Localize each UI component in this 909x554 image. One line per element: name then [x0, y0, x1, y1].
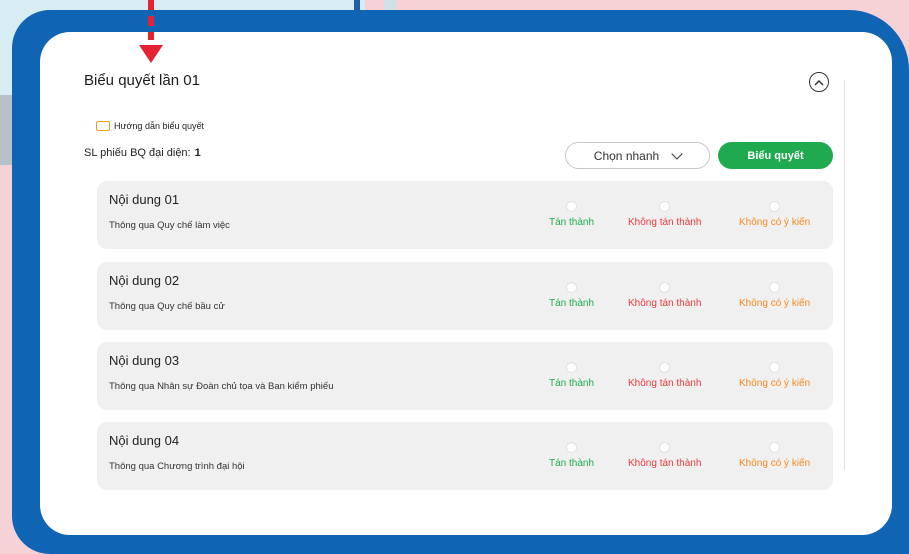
option-no-opinion[interactable]: Không có ý kiến	[739, 442, 810, 469]
collapse-button[interactable]	[809, 72, 829, 92]
option-disagree[interactable]: Không tán thành	[628, 201, 701, 228]
item-description: Thông qua Quy chế làm việc	[109, 220, 230, 231]
arrow-down-icon	[139, 45, 163, 63]
radio-agree[interactable]	[566, 201, 578, 212]
vote-title: Biểu quyết lần 01	[84, 72, 200, 89]
option-agree[interactable]: Tán thành	[549, 201, 594, 228]
option-disagree[interactable]: Không tán thành	[628, 282, 701, 309]
option-agree-label: Tán thành	[549, 458, 595, 469]
radio-no-opinion[interactable]	[769, 442, 781, 453]
option-disagree-label: Không tán thành	[628, 217, 702, 228]
option-disagree[interactable]: Không tán thành	[628, 442, 701, 469]
chevron-down-icon	[671, 147, 683, 160]
vote-item: Nội dung 04 Thông qua Chương trình đại h…	[97, 422, 833, 490]
radio-agree[interactable]	[566, 282, 578, 293]
item-title: Nội dung 02	[109, 273, 180, 288]
option-agree-label: Tán thành	[549, 378, 595, 389]
submit-vote-button[interactable]: Biểu quyết	[718, 142, 833, 169]
vote-item: Nội dung 02 Thông qua Quy chế bầu cử Tán…	[97, 262, 833, 330]
radio-no-opinion[interactable]	[769, 201, 781, 212]
radio-disagree[interactable]	[659, 362, 671, 373]
option-no-opinion-label: Không có ý kiến	[739, 217, 811, 228]
radio-disagree[interactable]	[659, 201, 671, 212]
guide-link[interactable]: Hướng dẫn biểu quyết	[96, 121, 204, 131]
chevron-up-icon	[814, 79, 824, 86]
option-disagree-label: Không tán thành	[628, 458, 702, 469]
option-agree[interactable]: Tán thành	[549, 362, 594, 389]
option-no-opinion-label: Không có ý kiến	[739, 458, 811, 469]
option-no-opinion-label: Không có ý kiến	[739, 378, 811, 389]
vote-count-label: SL phiếu BQ đại diện:	[84, 147, 191, 159]
item-title: Nội dung 04	[109, 433, 180, 448]
radio-agree[interactable]	[566, 442, 578, 453]
item-description: Thông qua Chương trình đại hội	[109, 461, 245, 472]
document-icon	[96, 121, 110, 131]
vote-count: SL phiếu BQ đại diện: 1	[84, 147, 201, 159]
scrollbar-track[interactable]	[844, 80, 845, 470]
radio-no-opinion[interactable]	[769, 362, 781, 373]
option-agree[interactable]: Tán thành	[549, 442, 594, 469]
item-title: Nội dung 03	[109, 353, 180, 368]
radio-disagree[interactable]	[659, 442, 671, 453]
item-description: Thông qua Nhân sự Đoàn chủ tọa và Ban ki…	[109, 381, 334, 392]
radio-no-opinion[interactable]	[769, 282, 781, 293]
annotation-arrow-line	[148, 0, 154, 40]
option-no-opinion[interactable]: Không có ý kiến	[739, 201, 810, 228]
option-agree-label: Tán thành	[549, 298, 595, 309]
option-no-opinion-label: Không có ý kiến	[739, 298, 811, 309]
option-disagree[interactable]: Không tán thành	[628, 362, 701, 389]
quick-select-label: Chọn nhanh	[593, 148, 660, 163]
vote-count-value: 1	[194, 147, 201, 159]
quick-select-dropdown[interactable]: Chọn nhanh	[565, 142, 710, 169]
option-agree[interactable]: Tán thành	[549, 282, 594, 309]
vote-item: Nội dung 03 Thông qua Nhân sự Đoàn chủ t…	[97, 342, 833, 410]
option-agree-label: Tán thành	[549, 217, 595, 228]
item-description: Thông qua Quy chế bầu cử	[109, 301, 225, 312]
radio-disagree[interactable]	[659, 282, 671, 293]
option-no-opinion[interactable]: Không có ý kiến	[739, 282, 810, 309]
guide-label: Hướng dẫn biểu quyết	[114, 121, 204, 131]
item-title: Nội dung 01	[109, 192, 180, 207]
option-disagree-label: Không tán thành	[628, 298, 702, 309]
radio-agree[interactable]	[566, 362, 578, 373]
vote-item: Nội dung 01 Thông qua Quy chế làm việc T…	[97, 181, 833, 249]
option-no-opinion[interactable]: Không có ý kiến	[739, 362, 810, 389]
option-disagree-label: Không tán thành	[628, 378, 702, 389]
